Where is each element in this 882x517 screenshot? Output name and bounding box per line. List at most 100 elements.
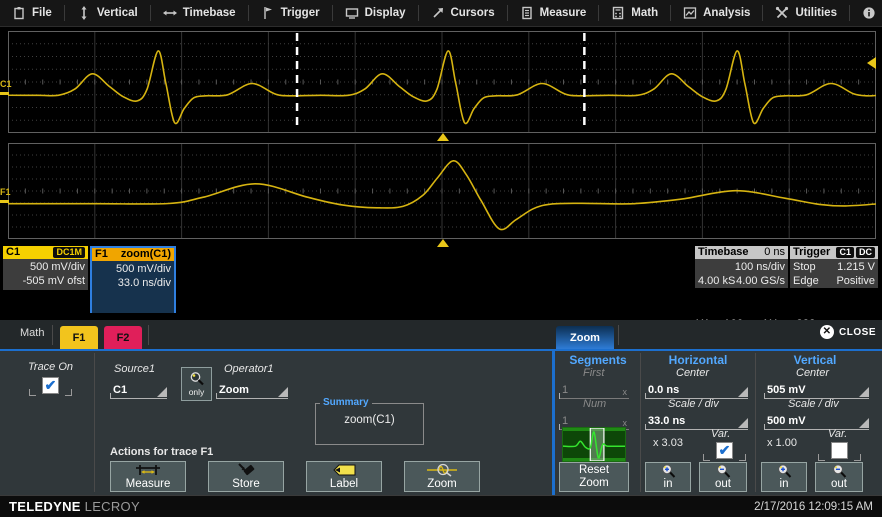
vertical-icon xyxy=(77,6,91,20)
vertical-scale-value: 500 mV xyxy=(767,415,806,427)
menu-vertical[interactable]: Vertical xyxy=(65,5,151,21)
dialog-tab-bar: Math F1 F2 Zoom ✕ CLOSE xyxy=(0,320,882,351)
menu-timebase-label: Timebase xyxy=(183,7,236,19)
horizontal-zoom-in-button[interactable]: in xyxy=(645,462,691,492)
only-button[interactable]: only xyxy=(181,367,212,401)
tab-f1-label: F1 xyxy=(73,332,86,344)
menu-analysis[interactable]: Analysis xyxy=(671,5,763,21)
menu-math-label: Math xyxy=(631,7,658,19)
f1-descriptor-box[interactable]: F1 zoom(C1) 500 mV/div 33.0 ns/div xyxy=(90,246,176,313)
zoom-in-icon xyxy=(777,464,792,478)
horizontal-var-checkbox[interactable]: ✔ xyxy=(716,442,733,459)
operator1-dropdown[interactable]: Zoom xyxy=(216,380,288,399)
tab-zoom[interactable]: Zoom xyxy=(556,326,614,349)
vertical-zoom-out-button[interactable]: out xyxy=(815,462,863,492)
label-action-label: Label xyxy=(330,478,358,490)
c1-offset-marker[interactable] xyxy=(0,92,9,95)
status-bar: TELEDYNE LECROY 2/17/2016 12:09:15 AM xyxy=(0,495,882,517)
vertical-center-label: Center xyxy=(796,367,829,379)
dropdown-triangle-icon xyxy=(859,387,869,397)
menu-support[interactable]: Support xyxy=(850,5,882,21)
f1-hdiv: 33.0 ns/div xyxy=(95,276,171,290)
c1-coupling-badge: DC1M xyxy=(53,247,85,258)
menu-analysis-label: Analysis xyxy=(703,7,750,19)
trigger-source-badge: C1 xyxy=(836,247,854,258)
menu-math[interactable]: Math xyxy=(599,5,671,21)
trigger-level-marker[interactable] xyxy=(867,57,876,69)
label-tag-icon xyxy=(331,463,357,477)
horizontal-zoom-factor: x 3.03 xyxy=(653,437,683,449)
vertical-zoom-in-button[interactable]: in xyxy=(761,462,807,492)
horizontal-zoom-out-button[interactable]: out xyxy=(699,462,747,492)
reset-zoom-button[interactable]: Reset Zoom xyxy=(559,462,629,492)
math-dialog: Math F1 F2 Zoom ✕ CLOSE Trace On ✔ Sourc… xyxy=(0,320,882,495)
menu-vertical-label: Vertical xyxy=(97,7,138,19)
f1-trace-label: F1 xyxy=(0,187,11,197)
c1-descriptor-box[interactable]: C1 DC1M 500 mV/div -505 mV ofst xyxy=(3,246,88,290)
menu-trigger-label: Trigger xyxy=(281,7,320,19)
file-icon xyxy=(12,6,26,20)
zoom-region-preview[interactable] xyxy=(562,427,626,462)
horizontal-center-dropdown[interactable]: 0.0 ns xyxy=(645,380,748,399)
menu-utilities[interactable]: Utilities xyxy=(763,5,850,21)
f1-offset-marker[interactable] xyxy=(0,200,9,203)
f1-vdiv: 500 mV/div xyxy=(95,262,171,276)
f1-function: zoom(C1) xyxy=(121,248,171,261)
c1-grid[interactable] xyxy=(8,31,876,133)
menu-file[interactable]: File xyxy=(0,5,65,21)
c1-vdiv: 500 mV/div xyxy=(6,260,85,274)
close-button[interactable]: ✕ CLOSE xyxy=(820,325,876,339)
zoom-in-icon xyxy=(661,464,676,478)
menu-measure-label: Measure xyxy=(540,7,587,19)
f1-zoom-grid[interactable] xyxy=(8,143,876,239)
menu-display[interactable]: Display xyxy=(333,5,419,21)
zoom-action-button[interactable]: Zoom xyxy=(404,461,480,492)
dropdown-triangle-icon xyxy=(278,387,288,397)
datetime: 2/17/2016 12:09:15 AM xyxy=(754,501,873,513)
store-action-button[interactable]: Store xyxy=(208,461,284,492)
horizontal-scale-dropdown[interactable]: 33.0 ns xyxy=(645,411,748,430)
vertical-scale-dropdown[interactable]: 500 mV xyxy=(764,411,869,430)
utilities-icon xyxy=(775,6,789,20)
operator1-label: Operator1 xyxy=(224,363,274,375)
summary-label: Summary xyxy=(320,397,372,408)
menu-timebase[interactable]: Timebase xyxy=(151,5,249,21)
timebase-descriptor-box[interactable]: Timebase 0 ns 100 ns/div 4.00 kS 4.00 GS… xyxy=(695,246,788,288)
horizontal-scale-label: Scale / div xyxy=(668,398,719,410)
measure-action-label: Measure xyxy=(126,478,171,490)
menu-cursors-label: Cursors xyxy=(451,7,495,19)
trigger-position-marker[interactable] xyxy=(437,133,449,141)
timebase-title: Timebase xyxy=(698,246,749,259)
brand-logo: TELEDYNE LECROY xyxy=(9,499,140,514)
horizontal-header: Horizontal xyxy=(642,353,754,367)
measure-action-button[interactable]: Measure xyxy=(110,461,186,492)
tab-zoom-label: Zoom xyxy=(570,332,600,344)
horizontal-var-checkbox-wrap: ✔ xyxy=(716,442,733,459)
reset-zoom-label: Reset Zoom xyxy=(572,464,616,490)
vertical-in-label: in xyxy=(780,478,789,490)
menu-cursors[interactable]: Cursors xyxy=(419,5,508,21)
segments-num-value: 1 xyxy=(562,415,568,427)
horizontal-scale-value: 33.0 ns xyxy=(648,415,685,427)
vertical-center-dropdown[interactable]: 505 mV xyxy=(764,380,869,399)
source1-dropdown[interactable]: C1 xyxy=(110,380,167,399)
brand-bold: TELEDYNE xyxy=(9,499,81,514)
zoom-out-icon xyxy=(832,464,847,478)
store-stamp-icon xyxy=(236,463,256,477)
c1-descriptor-header: C1 DC1M xyxy=(3,246,88,259)
zoom-position-marker[interactable] xyxy=(437,239,449,247)
horizontal-in-label: in xyxy=(664,478,673,490)
trace-on-checkbox[interactable]: ✔ xyxy=(42,377,59,394)
vertical-var-checkbox[interactable] xyxy=(831,442,848,459)
label-action-button[interactable]: Label xyxy=(306,461,382,492)
menu-trigger[interactable]: Trigger xyxy=(249,5,333,21)
clear-icon: x xyxy=(623,387,628,397)
segments-first-value: 1 xyxy=(562,384,568,396)
tab-f1[interactable]: F1 xyxy=(60,326,98,349)
oscilloscope-screen: File Vertical Timebase Trigger Display C… xyxy=(0,0,882,517)
timebase-header: Timebase 0 ns xyxy=(695,246,788,259)
tab-f2[interactable]: F2 xyxy=(104,326,142,349)
dropdown-triangle-icon xyxy=(859,418,869,428)
trigger-descriptor-box[interactable]: Trigger C1 DC Stop 1.215 V Edge Positive xyxy=(790,246,878,288)
menu-measure[interactable]: Measure xyxy=(508,5,600,21)
